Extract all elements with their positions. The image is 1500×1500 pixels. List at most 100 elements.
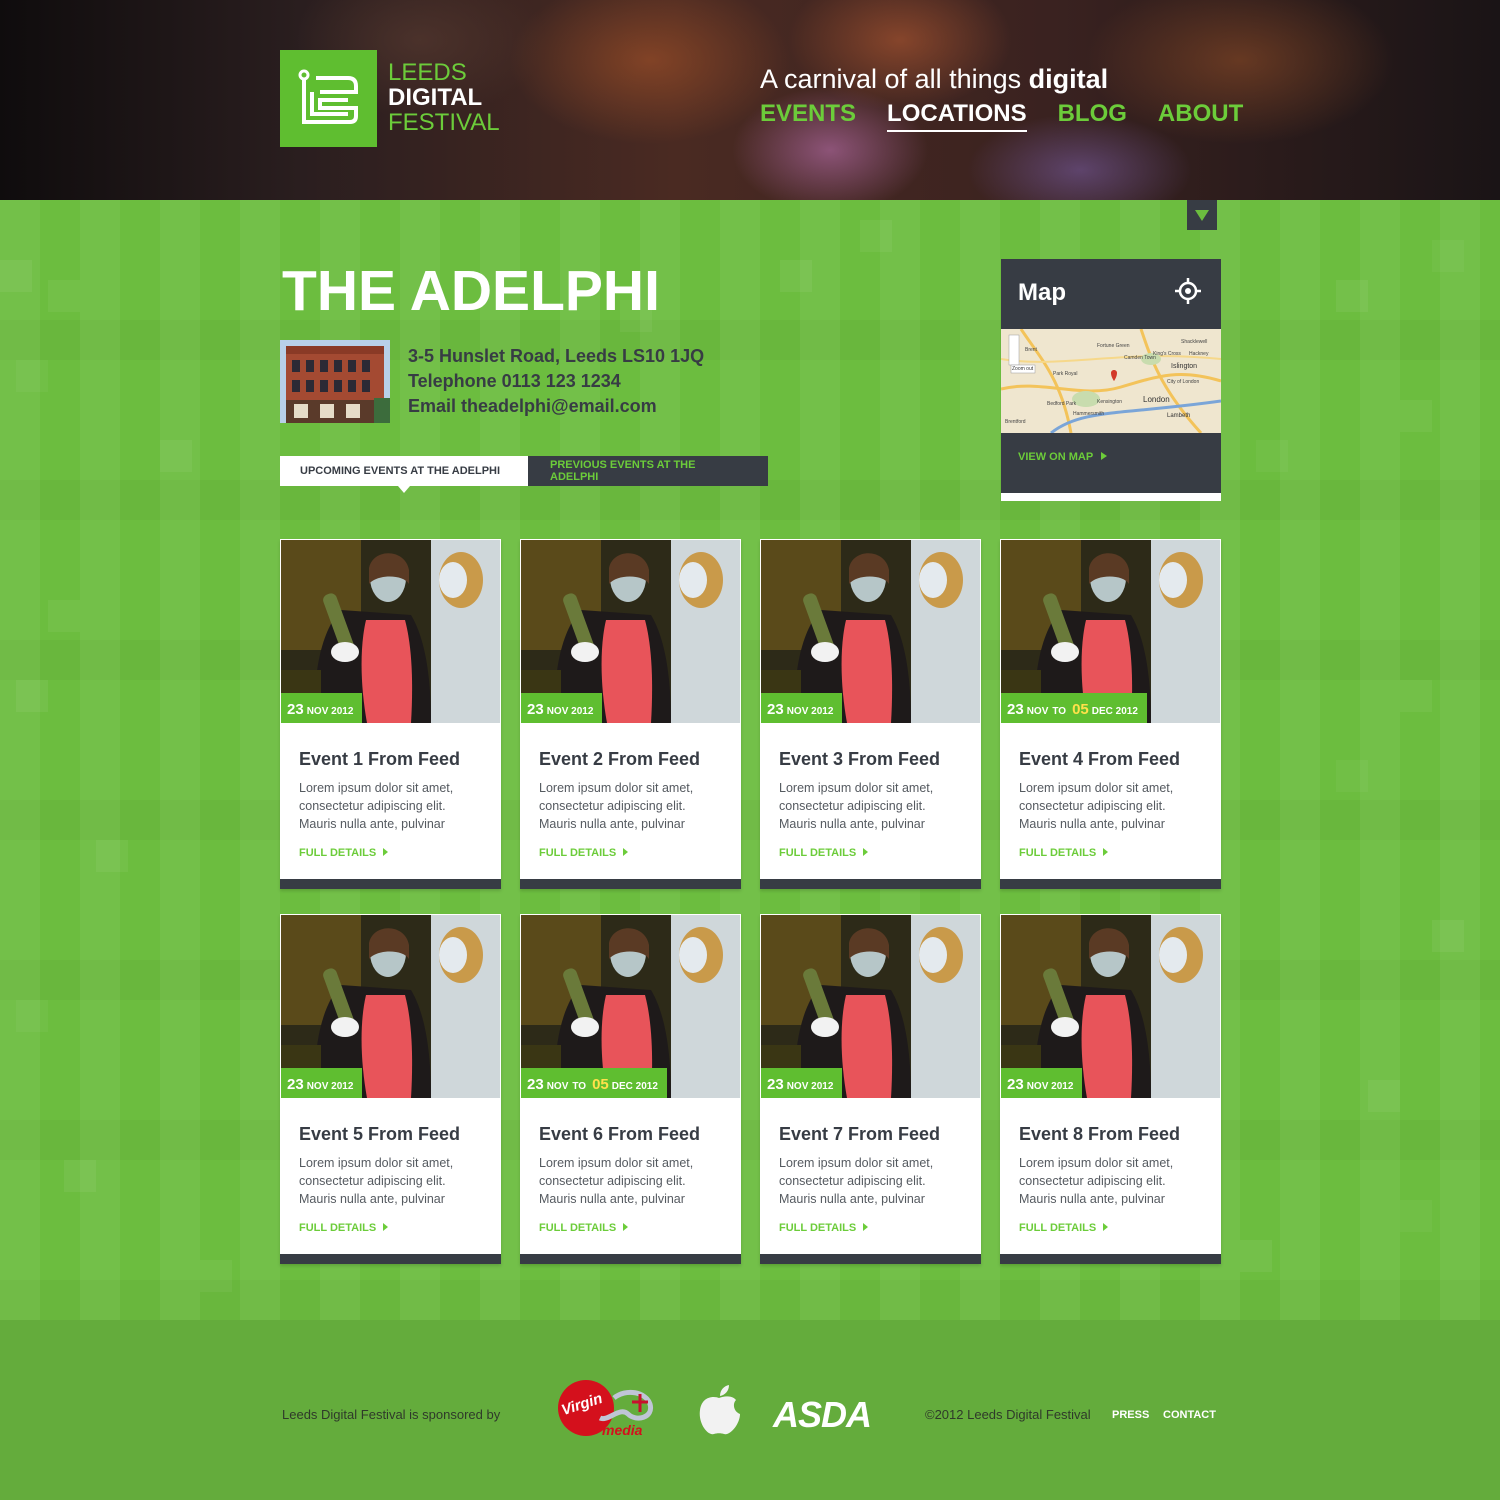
full-details-link[interactable]: FULL DETAILS (299, 1222, 389, 1234)
event-title[interactable]: Event 4 From Feed (1019, 749, 1180, 770)
date-to: TO (1052, 706, 1067, 717)
pixel-tile (1256, 440, 1288, 472)
tagline-bold: digital (1028, 64, 1109, 94)
event-card[interactable]: 23 NOV TO 05 DEC 2012 Event 6 From Feed Lore… (520, 914, 741, 1264)
date-month: NOV 2012 (306, 706, 354, 717)
venue-photo (280, 340, 390, 423)
event-date-badge: 23 NOV 2012 (281, 1068, 363, 1098)
full-details-link[interactable]: FULL DETAILS (299, 847, 389, 859)
map-title: Map (1018, 279, 1066, 306)
event-card[interactable]: 23 NOV 2012 Event 1 From Feed Lorem ipsum… (280, 539, 501, 889)
map-label-camden: Camden Town (1124, 355, 1156, 361)
play-arrow-icon (623, 848, 629, 856)
full-details-link[interactable]: FULL DETAILS (539, 1222, 629, 1234)
card-footer-bar (760, 1254, 981, 1264)
event-title[interactable]: Event 5 From Feed (299, 1124, 460, 1145)
full-details-link[interactable]: FULL DETAILS (1019, 1222, 1109, 1234)
map-widget-footer (1001, 493, 1221, 501)
event-title[interactable]: Event 3 From Feed (779, 749, 940, 770)
virgin-media-logo[interactable]: Virgin media (556, 1378, 656, 1442)
date-day: 23 (527, 701, 544, 718)
logo-wordmark[interactable]: LEEDS DIGITAL FESTIVAL (388, 60, 500, 135)
nav-locations[interactable]: LOCATIONS (887, 100, 1027, 132)
copyright: ©2012 Leeds Digital Festival (925, 1407, 1091, 1422)
date-month: NOV 2012 (786, 706, 834, 717)
event-card[interactable]: 23 NOV 2012 Event 7 From Feed Lorem ipsum… (760, 914, 981, 1264)
event-date-badge: 23 NOV TO 05 DEC 2012 (521, 1068, 667, 1098)
map-label-kensington: Kensington (1097, 399, 1123, 405)
view-on-map-link[interactable]: VIEW ON MAP (1018, 451, 1108, 463)
event-title[interactable]: Event 8 From Feed (1019, 1124, 1180, 1145)
map-label-park-royal: Park Royal (1053, 371, 1078, 377)
play-arrow-icon (383, 848, 389, 856)
date-day: 23 (1007, 701, 1024, 718)
venue-telephone[interactable]: Telephone 0113 123 1234 (408, 369, 704, 394)
footer-link-contact[interactable]: CONTACT (1163, 1409, 1216, 1421)
date-to: TO (572, 1081, 587, 1092)
pixel-tile (1336, 760, 1368, 792)
full-details-link[interactable]: FULL DETAILS (1019, 847, 1109, 859)
site-footer: Leeds Digital Festival is sponsored by V… (0, 1320, 1500, 1500)
event-title[interactable]: Event 6 From Feed (539, 1124, 700, 1145)
event-card[interactable]: 23 NOV 2012 Event 2 From Feed Lorem ipsum… (520, 539, 741, 889)
pixel-tile (1432, 240, 1464, 272)
event-card[interactable]: 23 NOV 2012 Event 8 From Feed Lorem ipsum… (1000, 914, 1221, 1264)
full-details-link[interactable]: FULL DETAILS (779, 1222, 869, 1234)
pixel-tile (0, 260, 32, 292)
pixel-tile (16, 360, 48, 392)
venue-details: 3-5 Hunslet Road, Leeds LS10 1JQ Telepho… (408, 344, 704, 419)
date-month: NOV 2012 (786, 1081, 834, 1092)
event-card[interactable]: 23 NOV 2012 Event 3 From Feed Lorem ipsum… (760, 539, 981, 889)
pixel-tile (1368, 1080, 1400, 1112)
map-label-brentford: Brentford (1005, 419, 1026, 425)
card-footer-bar (280, 1254, 501, 1264)
card-footer-bar (280, 879, 501, 889)
event-description: Lorem ipsum dolor sit amet, consectetur … (539, 1156, 694, 1206)
tab-upcoming-events[interactable]: UPCOMING EVENTS AT THE ADELPHI (280, 456, 528, 493)
tab-previous-events[interactable]: PREVIOUS EVENTS AT THE ADELPHI (528, 456, 768, 486)
full-details-link[interactable]: FULL DETAILS (539, 847, 629, 859)
event-title[interactable]: Event 1 From Feed (299, 749, 460, 770)
nav-about[interactable]: ABOUT (1158, 100, 1243, 132)
full-details-label: FULL DETAILS (299, 847, 377, 859)
festival-logo-icon[interactable] (280, 50, 377, 147)
pixel-tile (64, 1160, 96, 1192)
date-day: 23 (527, 1076, 544, 1093)
date-day: 23 (287, 701, 304, 718)
pixel-tile (48, 280, 80, 312)
venue-email[interactable]: Email theadelphi@email.com (408, 394, 704, 419)
main-content: THE ADELPHI 3-5 Hunslet Road, Leeds LS10… (0, 200, 1500, 1320)
pixel-tile (16, 680, 48, 712)
triangle-down-icon (1195, 209, 1209, 221)
apple-logo-icon[interactable] (696, 1384, 742, 1436)
event-description: Lorem ipsum dolor sit amet, consectetur … (779, 1156, 934, 1206)
full-details-label: FULL DETAILS (299, 1222, 377, 1234)
map-zoom-out-button[interactable]: Zoom out (1012, 366, 1033, 372)
collapse-header-button[interactable] (1187, 200, 1217, 230)
crosshair-icon[interactable] (1175, 278, 1201, 304)
asda-logo[interactable]: ASDA (773, 1394, 872, 1436)
event-card[interactable]: 23 NOV 2012 Event 5 From Feed Lorem ipsum… (280, 914, 501, 1264)
date-day-end: 05 (1072, 701, 1089, 718)
event-title[interactable]: Event 2 From Feed (539, 749, 700, 770)
pixel-tile (200, 1260, 232, 1292)
date-day: 23 (287, 1076, 304, 1093)
map-label-london: London (1143, 395, 1170, 404)
card-footer-bar (1000, 1254, 1221, 1264)
event-title[interactable]: Event 7 From Feed (779, 1124, 940, 1145)
date-month: NOV 2012 (306, 1081, 354, 1092)
event-card[interactable]: 23 NOV TO 05 DEC 2012 Event 4 From Feed Lore… (1000, 539, 1221, 889)
full-details-link[interactable]: FULL DETAILS (779, 847, 869, 859)
event-description: Lorem ipsum dolor sit amet, consectetur … (299, 781, 454, 831)
map-label-bedford-park: Bedford Park (1047, 401, 1077, 407)
date-month: NOV 2012 (1026, 1081, 1074, 1092)
footer-link-press[interactable]: PRESS (1112, 1409, 1149, 1421)
logo-line-1: LEEDS (388, 59, 467, 86)
play-arrow-icon (1103, 848, 1109, 856)
map-label-hackney: Hackney (1189, 351, 1209, 357)
nav-events[interactable]: EVENTS (760, 100, 856, 132)
pixel-tile (48, 600, 80, 632)
map-preview[interactable]: Brent Fortune Green Camden Town King's C… (1001, 329, 1221, 433)
map-label-kings-cross: King's Cross (1153, 351, 1181, 357)
nav-blog[interactable]: BLOG (1058, 100, 1127, 132)
